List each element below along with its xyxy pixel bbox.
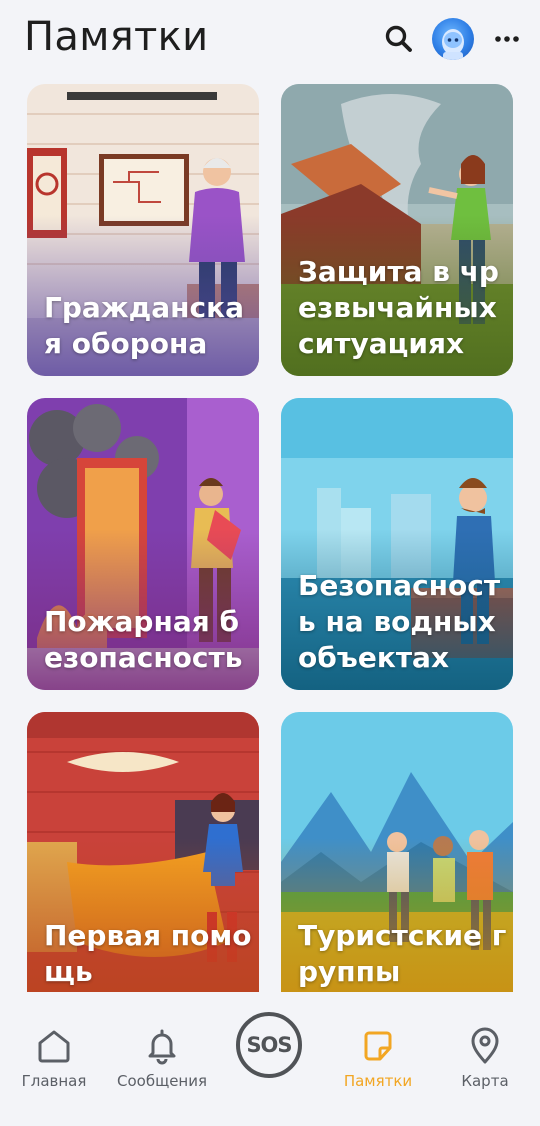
bottom-navigation: Главная Сообщения SOS Памятки Карта: [0, 996, 540, 1126]
memo-card-tourist-groups[interactable]: Туристские группы: [281, 712, 513, 992]
card-title: Туристские группы: [298, 919, 507, 988]
nav-item-home[interactable]: Главная: [8, 996, 100, 1106]
nav-item-memos[interactable]: Памятки: [330, 996, 426, 1106]
page-title: Памятки: [24, 14, 209, 60]
more-options-button[interactable]: [493, 26, 521, 52]
memo-card-civil-defense[interactable]: Гражданская оборона: [27, 84, 259, 376]
nav-label: Памятки: [343, 1072, 413, 1090]
card-title: Гражданская оборона: [44, 291, 244, 360]
nav-label: Карта: [461, 1072, 509, 1090]
nav-item-map[interactable]: Карта: [442, 996, 528, 1106]
bell-icon: [148, 1029, 176, 1065]
app-header: Памятки: [0, 0, 540, 82]
robot-avatar-icon: [442, 29, 464, 60]
card-title: Первая помощь: [44, 919, 252, 988]
memo-card-emergency-protection[interactable]: Защита в чрезвычайных ситуациях: [281, 84, 513, 376]
avatar[interactable]: [432, 18, 474, 60]
nav-label: Главная: [21, 1072, 87, 1090]
nav-item-messages[interactable]: Сообщения: [108, 996, 216, 1106]
sos-button[interactable]: SOS: [236, 1012, 302, 1078]
memo-card-fire-safety[interactable]: Пожарная безопасность: [27, 398, 259, 690]
home-icon: [38, 1030, 70, 1063]
nav-label: Сообщения: [116, 1072, 207, 1090]
search-icon: [385, 25, 412, 52]
card-title: Безопасность на водных объектах: [298, 569, 501, 674]
search-button[interactable]: [384, 22, 414, 56]
memo-card-first-aid[interactable]: Первая помощь: [27, 712, 259, 992]
memo-card-water-safety[interactable]: Безопасность на водных объектах: [281, 398, 513, 690]
map-pin-icon: [471, 1027, 499, 1064]
memo-note-icon: [364, 1031, 392, 1061]
card-title: Пожарная безопасность: [44, 605, 243, 674]
card-title: Защита в чрезвычайных ситуациях: [298, 255, 499, 360]
more-vertical-icon: [495, 36, 519, 42]
